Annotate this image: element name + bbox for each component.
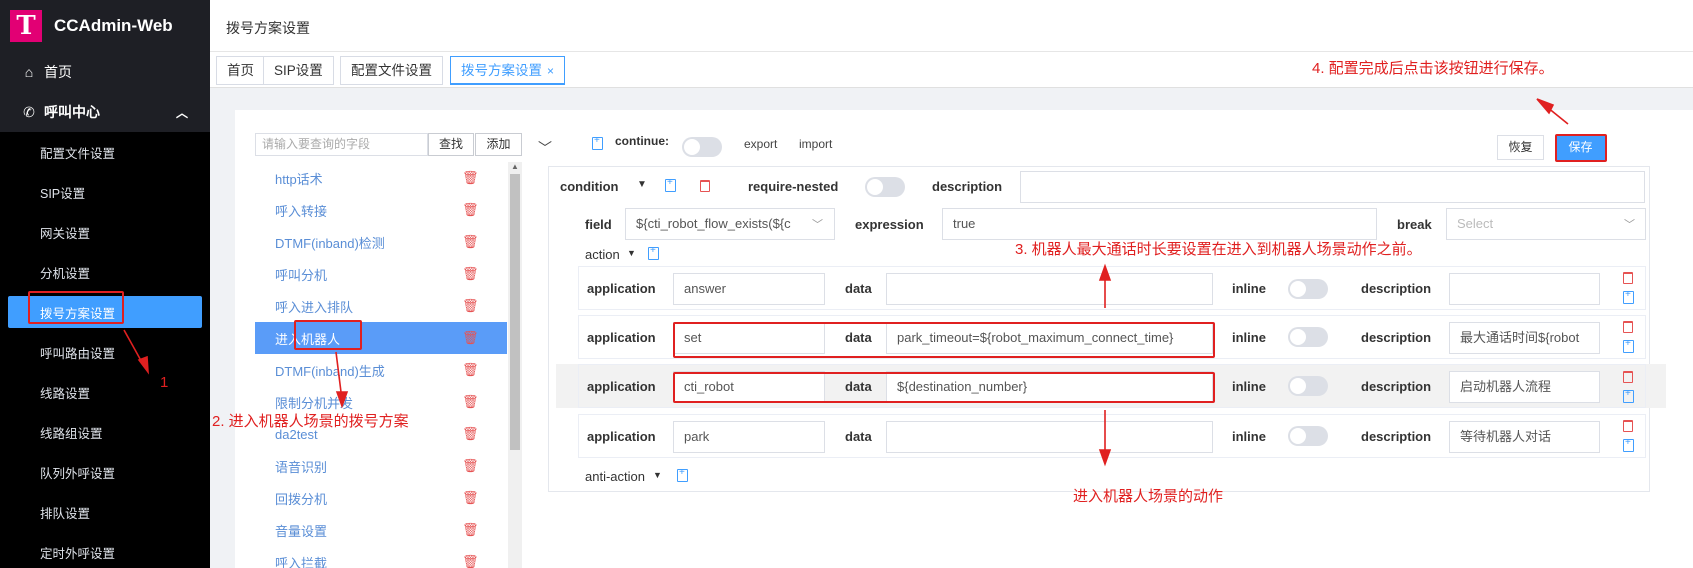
annotation-step-1: 1: [160, 374, 169, 391]
annotation-step-3: 3. 机器人最大通话时长要设置在进入到机器人场景动作之前。: [1015, 241, 1422, 258]
annotation-arrows: [123, 98, 1569, 467]
annotation-step-2: 2. 进入机器人场景的拨号方案: [212, 413, 409, 430]
annotation-robot-actions: 进入机器人场景的动作: [1073, 488, 1224, 505]
annotation-step-4: 4. 配置完成后点击该按钮进行保存。: [1312, 60, 1554, 77]
